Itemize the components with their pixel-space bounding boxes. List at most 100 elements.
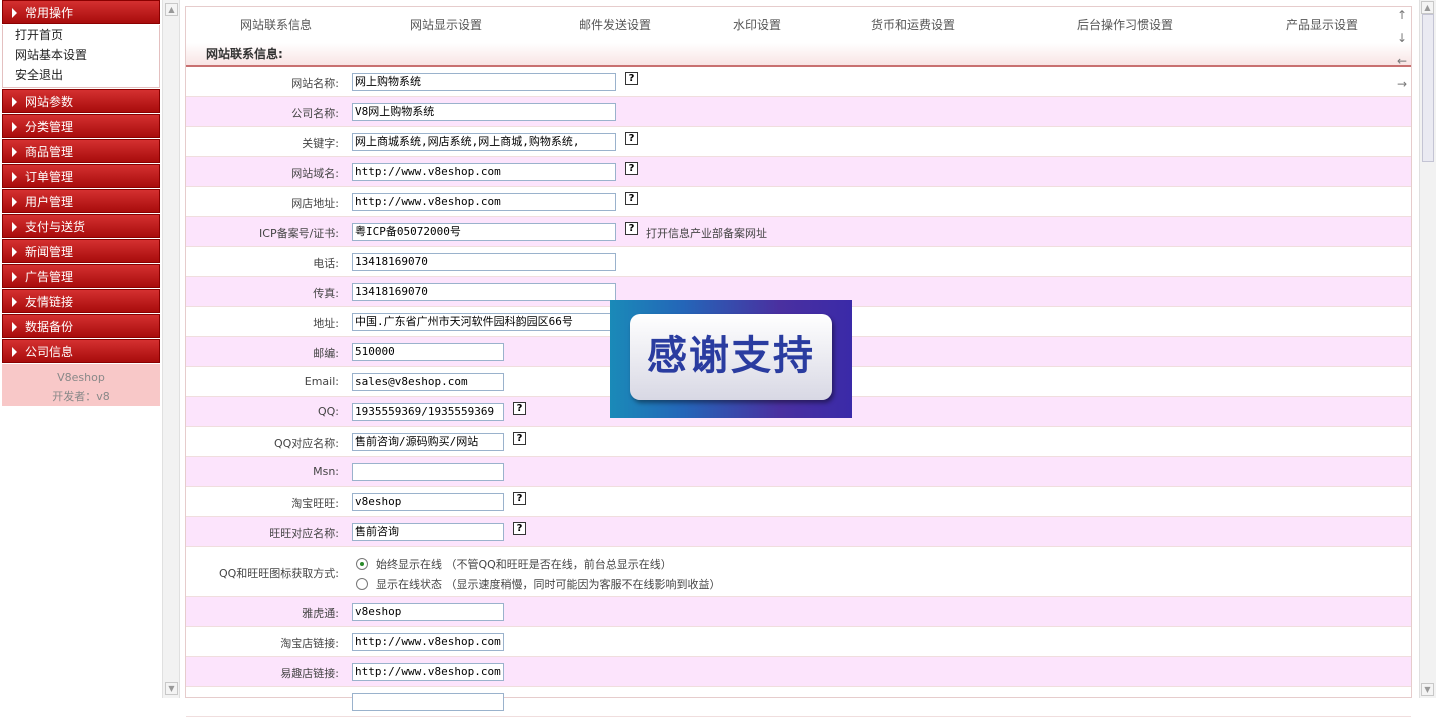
option-label: 始终显示在线 （不管QQ和旺旺是否在线，前台总显示在线）	[376, 558, 672, 571]
form-row-msn: Msn:	[186, 457, 1411, 487]
tab-mail-settings[interactable]: 邮件发送设置	[579, 16, 651, 33]
caret-right-icon	[12, 272, 17, 282]
msn-label: Msn:	[313, 465, 339, 478]
fax-field[interactable]: 13418169070	[352, 283, 616, 301]
scroll-up-icon[interactable]: ▲	[165, 3, 178, 16]
yiqu-link-field[interactable]: http://www.v8eshop.com	[352, 663, 504, 681]
yahoo-field[interactable]: v8eshop	[352, 603, 504, 621]
scroll-down-icon[interactable]: ▼	[1421, 683, 1434, 696]
caret-right-icon	[12, 247, 17, 257]
help-icon[interactable]: ?	[625, 162, 638, 175]
form-row-ww-name: 旺旺对应名称: 售前咨询 ?	[186, 517, 1411, 547]
taobao-link-field[interactable]: http://www.v8eshop.com	[352, 633, 504, 651]
scroll-thumb[interactable]	[1422, 14, 1434, 162]
tab-scroll-nav: ↑ ↓ ← →	[1393, 8, 1411, 100]
site-name-field[interactable]: 网上购物系统	[352, 73, 616, 91]
menu-company-info[interactable]: 公司信息	[2, 339, 160, 363]
caret-right-icon	[12, 147, 17, 157]
form-row-keywords: 关键字: 网上商城系统,网店系统,网上商城,购物系统, ?	[186, 127, 1411, 157]
form-row-icp: ICP备案号/证书: 粤ICP备05072000号 ? 打开信息产业部备案网址	[186, 217, 1411, 247]
form-row-site-name: 网站名称: 网上购物系统 ?	[186, 67, 1411, 97]
partial-field[interactable]	[352, 693, 504, 711]
qq-field[interactable]: 1935559369/1935559369	[352, 403, 504, 421]
company-label: 公司名称:	[291, 107, 339, 120]
help-icon[interactable]: ?	[625, 192, 638, 205]
sub-item-logout[interactable]: 安全退出	[15, 65, 159, 85]
radio-checked[interactable]	[356, 558, 368, 570]
menu-categories[interactable]: 分类管理	[2, 114, 160, 138]
form-row-taobao-link: 淘宝店链接: http://www.v8eshop.com	[186, 627, 1411, 657]
taobao-ww-field[interactable]: v8eshop	[352, 493, 504, 511]
menu-label: 常用操作	[25, 6, 74, 20]
icon-mode-option-status[interactable]: 显示在线状态 （显示速度稍慢，同时可能因为客服不在线影响到收益）	[356, 576, 721, 592]
form-row-qq-name: QQ对应名称: 售前咨询/源码购买/网站 ?	[186, 427, 1411, 457]
help-icon[interactable]: ?	[513, 402, 526, 415]
taobao-link-label: 淘宝店链接:	[280, 637, 339, 650]
zip-field[interactable]: 510000	[352, 343, 504, 361]
menu-users[interactable]: 用户管理	[2, 189, 160, 213]
form-row-company: 公司名称: V8网上购物系统	[186, 97, 1411, 127]
menu-news[interactable]: 新闻管理	[2, 239, 160, 263]
help-icon[interactable]: ?	[513, 492, 526, 505]
caret-right-icon	[12, 8, 17, 18]
phone-field[interactable]: 13418169070	[352, 253, 616, 271]
caret-right-icon	[12, 197, 17, 207]
store-field[interactable]: http://www.v8eshop.com	[352, 193, 616, 211]
sub-item-home[interactable]: 打开首页	[15, 25, 159, 45]
caret-right-icon	[12, 222, 17, 232]
menu-products[interactable]: 商品管理	[2, 139, 160, 163]
menu-orders[interactable]: 订单管理	[2, 164, 160, 188]
page-scrollbar[interactable]: ▲ ▼	[1419, 0, 1436, 698]
menu-backup[interactable]: 数据备份	[2, 314, 160, 338]
sidebar-footer: V8eshop 开发者：v8	[2, 364, 160, 406]
yahoo-label: 雅虎通:	[302, 607, 339, 620]
tab-admin-habits[interactable]: 后台操作习惯设置	[1077, 16, 1173, 33]
radio-unchecked[interactable]	[356, 578, 368, 590]
fax-label: 传真:	[313, 287, 339, 300]
menu-payment-shipping[interactable]: 支付与送货	[2, 214, 160, 238]
email-field[interactable]: sales@v8eshop.com	[352, 373, 504, 391]
keywords-field[interactable]: 网上商城系统,网店系统,网上商城,购物系统,	[352, 133, 616, 151]
tab-contact-info[interactable]: 网站联系信息	[240, 16, 312, 33]
help-icon[interactable]: ?	[625, 132, 638, 145]
address-field[interactable]: 中国.广东省广州市天河软件园科韵园区66号	[352, 313, 616, 331]
tab-display-settings[interactable]: 网站显示设置	[410, 16, 482, 33]
menu-site-params[interactable]: 网站参数	[2, 89, 160, 113]
up-arrow-icon[interactable]: ↑	[1393, 8, 1411, 31]
down-arrow-icon[interactable]: ↓	[1393, 31, 1411, 54]
menu-ads[interactable]: 广告管理	[2, 264, 160, 288]
help-icon[interactable]: ?	[513, 432, 526, 445]
help-icon[interactable]: ?	[625, 222, 638, 235]
msn-field[interactable]	[352, 463, 504, 481]
icon-mode-option-always[interactable]: 始终显示在线 （不管QQ和旺旺是否在线，前台总显示在线）	[356, 556, 672, 572]
qq-name-field[interactable]: 售前咨询/源码购买/网站	[352, 433, 504, 451]
zip-label: 邮编:	[313, 347, 339, 360]
menu-label: 数据备份	[25, 320, 74, 334]
form-row-store: 网店地址: http://www.v8eshop.com ?	[186, 187, 1411, 217]
icp-link[interactable]: 打开信息产业部备案网址	[646, 225, 767, 241]
menu-label: 公司信息	[25, 345, 74, 359]
right-arrow-icon[interactable]: →	[1393, 77, 1411, 100]
menu-links[interactable]: 友情链接	[2, 289, 160, 313]
icp-field[interactable]: 粤ICP备05072000号	[352, 223, 616, 241]
sidebar-scrollbar[interactable]: ▲ ▼	[162, 0, 180, 698]
domain-field[interactable]: http://www.v8eshop.com	[352, 163, 616, 181]
qq-label: QQ:	[317, 405, 339, 418]
sub-item-basic-settings[interactable]: 网站基本设置	[15, 45, 159, 65]
keywords-label: 关键字:	[302, 137, 339, 150]
help-icon[interactable]: ?	[625, 72, 638, 85]
caret-right-icon	[12, 122, 17, 132]
scroll-up-icon[interactable]: ▲	[1421, 1, 1434, 14]
form-row-yahoo: 雅虎通: v8eshop	[186, 597, 1411, 627]
menu-common-ops[interactable]: 常用操作	[2, 0, 160, 24]
tab-watermark-settings[interactable]: 水印设置	[733, 16, 781, 33]
tab-currency-shipping[interactable]: 货币和运费设置	[871, 16, 955, 33]
scroll-down-icon[interactable]: ▼	[165, 682, 178, 695]
tab-product-display[interactable]: 产品显示设置	[1286, 16, 1358, 33]
ww-name-field[interactable]: 售前咨询	[352, 523, 504, 541]
help-icon[interactable]: ?	[513, 522, 526, 535]
company-field[interactable]: V8网上购物系统	[352, 103, 616, 121]
caret-right-icon	[12, 172, 17, 182]
left-arrow-icon[interactable]: ←	[1393, 54, 1411, 77]
icon-mode-label: QQ和旺旺图标获取方式:	[218, 567, 339, 580]
